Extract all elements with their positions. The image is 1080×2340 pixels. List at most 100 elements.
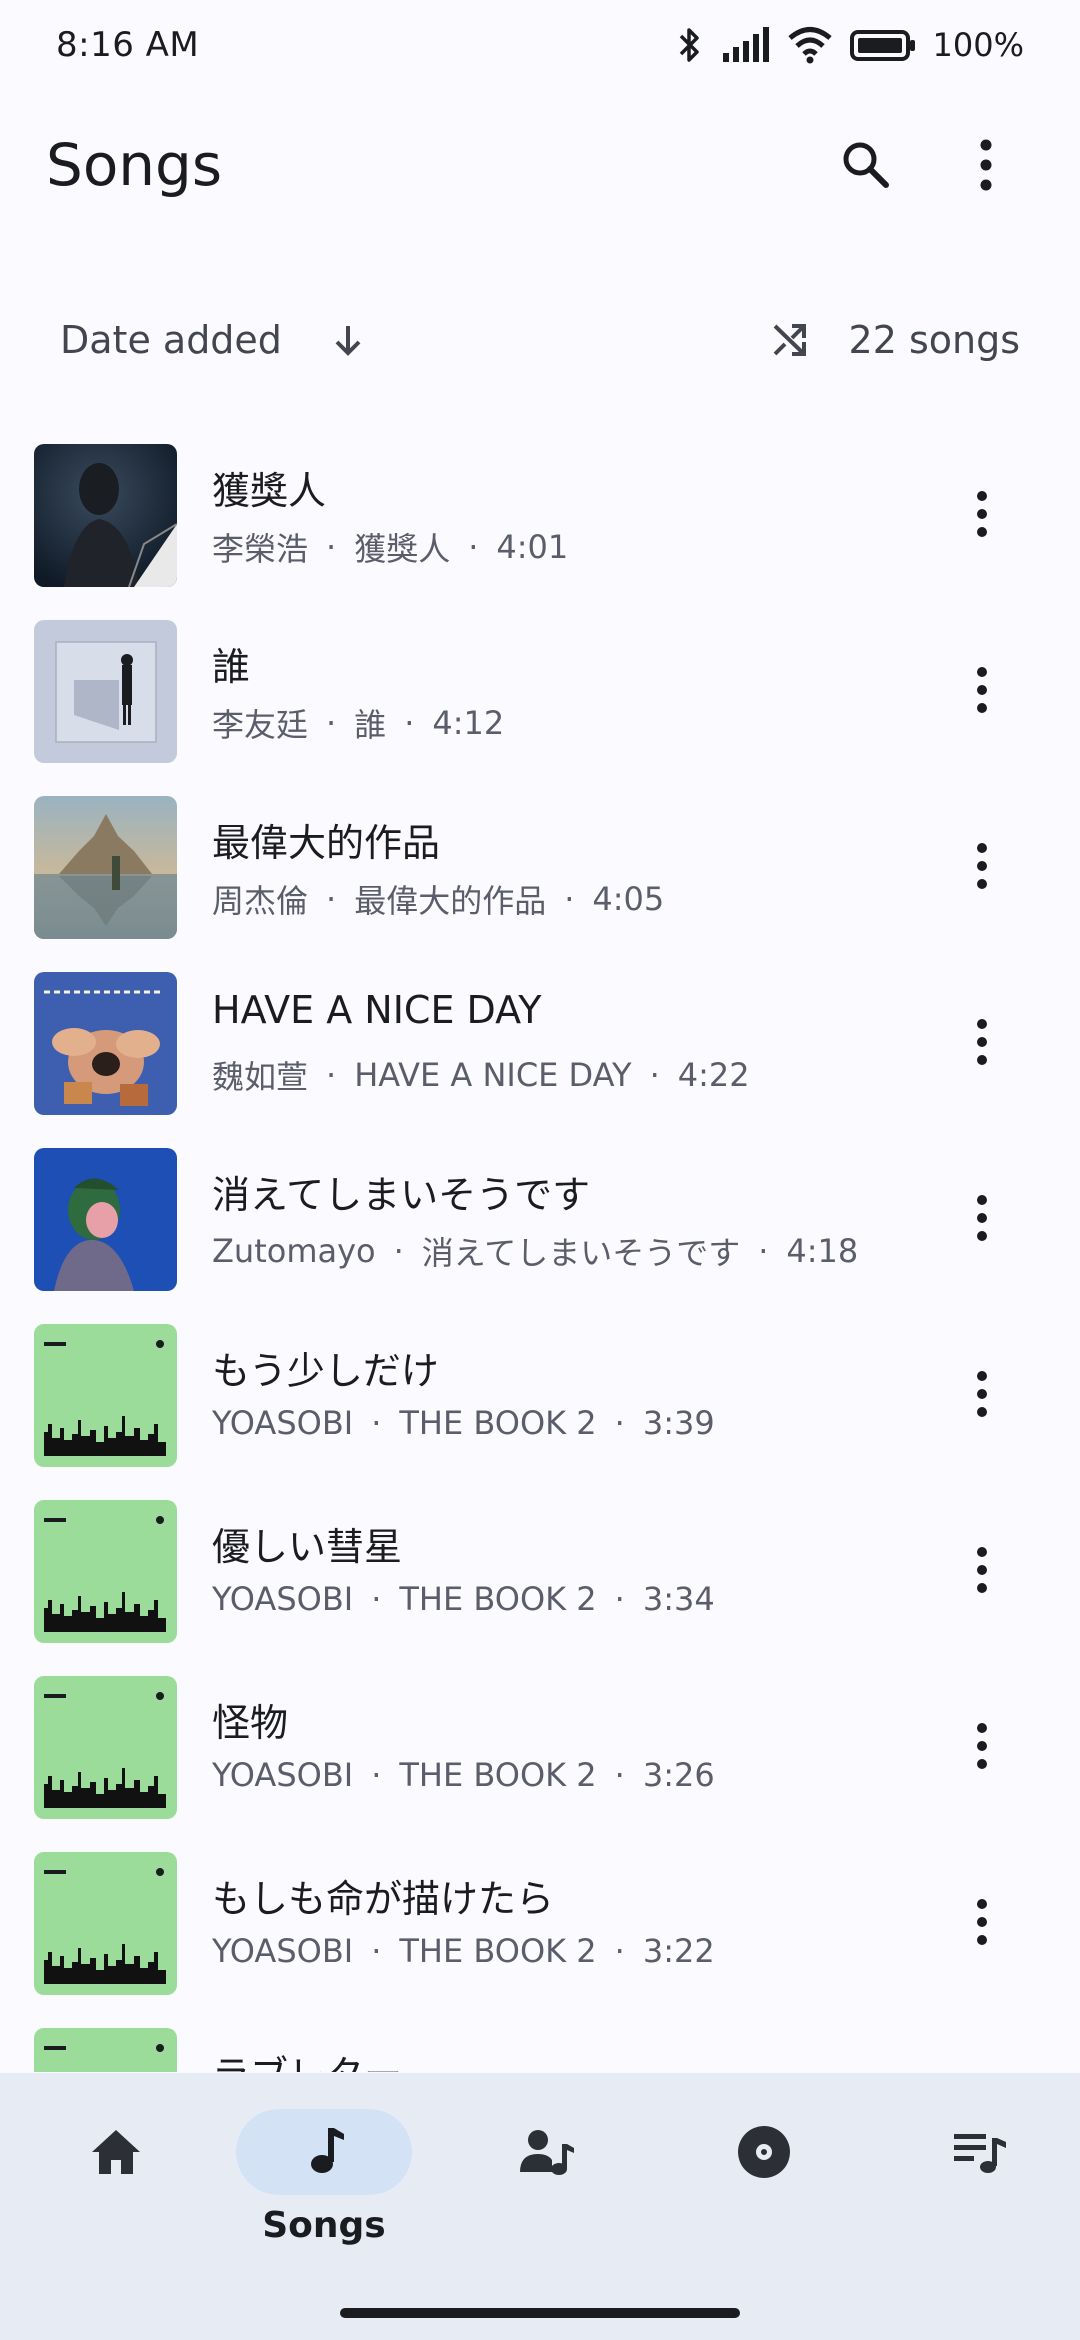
song-meta: 李榮浩 · 獲獎人 · 4:01 xyxy=(212,524,568,570)
more-vert-icon xyxy=(977,843,987,889)
album-art xyxy=(34,1500,177,1643)
song-more-button[interactable] xyxy=(942,1874,1022,1970)
song-more-button[interactable] xyxy=(942,994,1022,1090)
song-title: 最偉大的作品 xyxy=(212,821,441,865)
song-row[interactable]: もう少しだけ YOASOBI · THE BOOK 2 · 3:39 xyxy=(0,1322,1080,1498)
song-duration: 4:18 xyxy=(786,1232,859,1270)
shuffle-button[interactable] xyxy=(755,305,825,375)
song-duration: 4:22 xyxy=(677,1056,750,1094)
song-title: もしも命が描けたら xyxy=(212,1877,555,1921)
album-art xyxy=(34,972,177,1115)
album-art xyxy=(34,620,177,763)
signal-icon xyxy=(722,27,769,62)
top-app-bar: Songs xyxy=(0,110,1080,220)
song-row[interactable]: 怪物 YOASOBI · THE BOOK 2 · 3:26 xyxy=(0,1674,1080,1850)
song-row[interactable]: ラブレター xyxy=(0,2026,1080,2072)
song-row[interactable]: もしも命が描けたら YOASOBI · THE BOOK 2 · 3:22 xyxy=(0,1850,1080,2026)
song-duration: 4:01 xyxy=(496,528,569,566)
home-indicator[interactable] xyxy=(340,2308,740,2318)
nav-songs[interactable]: Songs xyxy=(208,2109,424,2259)
song-album: THE BOOK 2 xyxy=(399,1404,597,1442)
song-row[interactable]: 消えてしまいそうです Zutomayo · 消えてしまいそうです · 4:18 xyxy=(0,1146,1080,1322)
battery-percentage: 100% xyxy=(932,26,1024,64)
song-duration: 4:05 xyxy=(592,880,665,918)
song-list: 獲獎人 李榮浩 · 獲獎人 · 4:01 誰 李友廷 · 誰 · 4:12 最偉… xyxy=(0,442,1080,2072)
nav-songs-label: Songs xyxy=(262,2205,386,2246)
album-art xyxy=(34,444,177,587)
album-art xyxy=(34,1676,177,1819)
song-album: 消えてしまいそうです xyxy=(421,1234,741,1272)
album-art xyxy=(34,796,177,939)
song-row[interactable]: HAVE A NICE DAY 魏如萱 · HAVE A NICE DAY · … xyxy=(0,970,1080,1146)
nav-albums[interactable] xyxy=(648,2109,864,2259)
battery-icon xyxy=(849,30,915,61)
song-meta: YOASOBI · THE BOOK 2 · 3:34 xyxy=(212,1580,715,1618)
song-duration: 3:26 xyxy=(642,1756,715,1794)
song-duration: 3:34 xyxy=(642,1580,715,1618)
song-meta: Zutomayo · 消えてしまいそうです · 4:18 xyxy=(212,1228,858,1274)
song-more-button[interactable] xyxy=(942,1170,1022,1266)
song-album: 誰 xyxy=(354,706,387,744)
song-title: もう少しだけ xyxy=(212,1349,439,1393)
song-artist: YOASOBI xyxy=(212,1756,354,1794)
song-album: THE BOOK 2 xyxy=(399,1932,597,1970)
nav-artists[interactable] xyxy=(432,2109,648,2259)
album-disc-icon xyxy=(738,2126,790,2178)
arrow-down-icon xyxy=(335,326,361,356)
more-vert-icon xyxy=(977,1195,987,1241)
song-artist: YOASOBI xyxy=(212,1932,354,1970)
song-artist: 李榮浩 xyxy=(212,530,309,568)
song-album: THE BOOK 2 xyxy=(399,1756,597,1794)
song-artist: 李友廷 xyxy=(212,706,309,744)
home-icon xyxy=(92,2130,140,2174)
song-title: 消えてしまいそうです xyxy=(212,1173,591,1217)
more-vert-icon xyxy=(977,1371,987,1417)
page-title: Songs xyxy=(46,131,223,199)
song-more-button[interactable] xyxy=(942,818,1022,914)
song-row[interactable]: 最偉大的作品 周杰倫 · 最偉大的作品 · 4:05 xyxy=(0,794,1080,970)
song-count: 22 songs xyxy=(848,318,1020,362)
nav-active-indicator xyxy=(236,2109,412,2195)
song-meta: 李友廷 · 誰 · 4:12 xyxy=(212,700,504,746)
more-vert-icon xyxy=(977,491,987,537)
sort-direction-button[interactable] xyxy=(318,310,378,370)
song-meta: YOASOBI · THE BOOK 2 · 3:26 xyxy=(212,1756,715,1794)
song-more-button[interactable] xyxy=(942,466,1022,562)
song-row[interactable]: 誰 李友廷 · 誰 · 4:12 xyxy=(0,618,1080,794)
song-row[interactable]: 獲獎人 李榮浩 · 獲獎人 · 4:01 xyxy=(0,442,1080,618)
song-meta: 周杰倫 · 最偉大的作品 · 4:05 xyxy=(212,876,664,922)
song-album: 獲獎人 xyxy=(354,530,451,568)
song-album: HAVE A NICE DAY xyxy=(354,1056,632,1094)
album-art xyxy=(34,1148,177,1291)
more-vert-icon xyxy=(977,1723,987,1769)
song-album: THE BOOK 2 xyxy=(399,1580,597,1618)
more-vert-icon xyxy=(977,667,987,713)
bottom-navigation: Songs xyxy=(0,2073,1080,2340)
status-icons: 100% xyxy=(675,25,1024,65)
more-options-button[interactable] xyxy=(938,117,1034,213)
song-meta: YOASOBI · THE BOOK 2 · 3:22 xyxy=(212,1932,715,1970)
nav-playlists[interactable] xyxy=(864,2109,1080,2259)
song-artist: Zutomayo xyxy=(212,1232,376,1270)
song-duration: 4:12 xyxy=(432,704,505,742)
song-artist: YOASOBI xyxy=(212,1404,354,1442)
song-row[interactable]: 優しい彗星 YOASOBI · THE BOOK 2 · 3:34 xyxy=(0,1498,1080,1674)
sort-order-button[interactable]: Date added xyxy=(60,318,282,362)
album-art xyxy=(34,1852,177,1995)
album-art xyxy=(34,1324,177,1467)
song-title: 獲獎人 xyxy=(212,469,327,513)
song-duration: 3:22 xyxy=(642,1932,715,1970)
song-more-button[interactable] xyxy=(942,642,1022,738)
nav-home[interactable] xyxy=(0,2109,216,2259)
song-title: 怪物 xyxy=(212,1701,289,1745)
song-title: HAVE A NICE DAY xyxy=(212,988,542,1032)
song-more-button[interactable] xyxy=(942,1522,1022,1618)
artist-icon xyxy=(520,2130,574,2175)
song-meta: 魏如萱 · HAVE A NICE DAY · 4:22 xyxy=(212,1052,750,1098)
song-more-button[interactable] xyxy=(942,1698,1022,1794)
search-button[interactable] xyxy=(818,117,914,213)
search-icon xyxy=(843,142,889,188)
status-time: 8:16 AM xyxy=(56,25,200,65)
song-more-button[interactable] xyxy=(942,1346,1022,1442)
status-bar: 8:16 AM 100% xyxy=(0,0,1080,90)
